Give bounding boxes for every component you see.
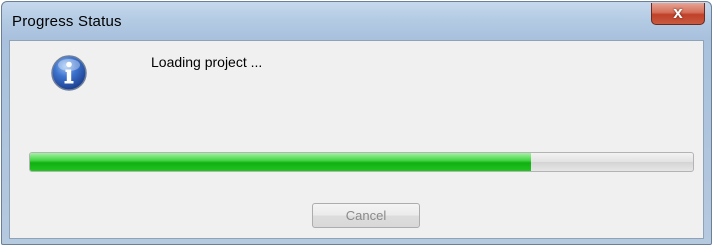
progress-status-window: Progress Status x Loading project ... Ca… (1, 1, 712, 245)
dialog-content: Loading project ... Cancel (9, 40, 704, 239)
close-button[interactable]: x (651, 3, 705, 25)
information-icon (51, 55, 87, 91)
cancel-button[interactable]: Cancel (312, 203, 420, 228)
title-bar[interactable]: Progress Status x (2, 2, 711, 40)
window-title: Progress Status (12, 13, 122, 30)
progress-bar-fill (30, 153, 531, 171)
status-message: Loading project ... (151, 54, 263, 70)
close-icon: x (673, 3, 683, 22)
progress-bar (29, 152, 694, 172)
